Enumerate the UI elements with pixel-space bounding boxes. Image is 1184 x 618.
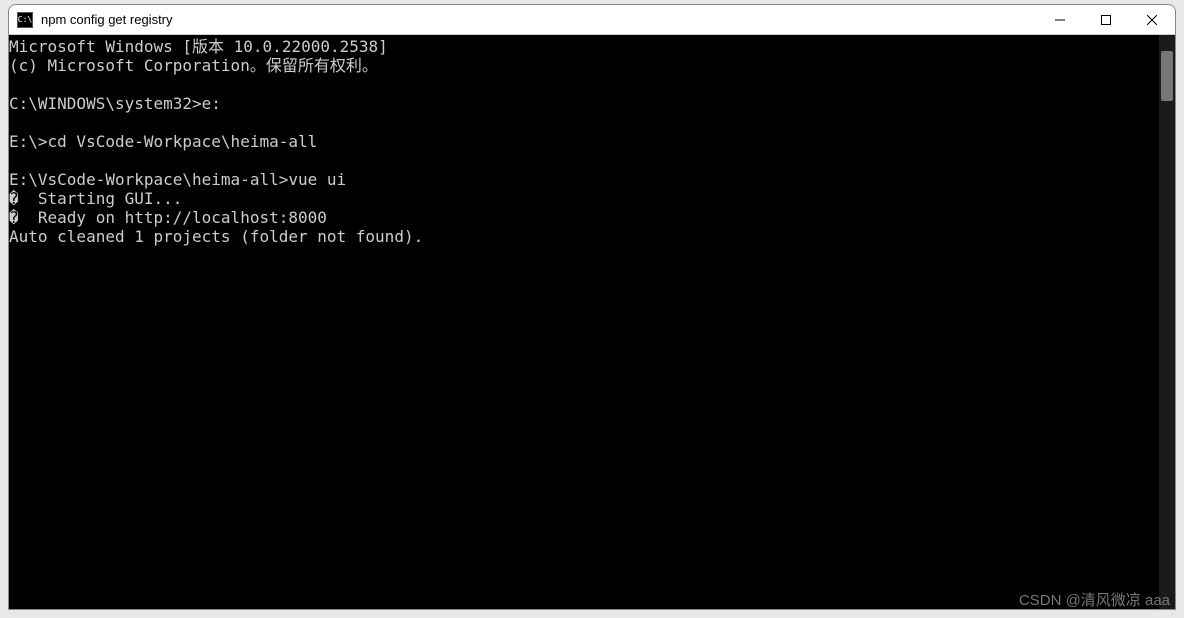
watermark-text: CSDN @清风微凉 aaa bbox=[1019, 589, 1170, 610]
window-title: npm config get registry bbox=[41, 12, 1037, 27]
scrollbar-thumb[interactable] bbox=[1161, 51, 1173, 101]
terminal-output: Microsoft Windows [版本 10.0.22000.2538] (… bbox=[9, 35, 1175, 246]
vertical-scrollbar[interactable] bbox=[1159, 35, 1175, 609]
close-button[interactable] bbox=[1129, 5, 1175, 34]
cmd-icon: C:\ bbox=[17, 12, 33, 28]
minimize-button[interactable] bbox=[1037, 5, 1083, 34]
terminal-window: C:\ npm config get registry Microsoft Wi… bbox=[8, 4, 1176, 610]
titlebar[interactable]: C:\ npm config get registry bbox=[9, 5, 1175, 35]
terminal-area[interactable]: Microsoft Windows [版本 10.0.22000.2538] (… bbox=[9, 35, 1175, 609]
maximize-button[interactable] bbox=[1083, 5, 1129, 34]
window-controls bbox=[1037, 5, 1175, 34]
